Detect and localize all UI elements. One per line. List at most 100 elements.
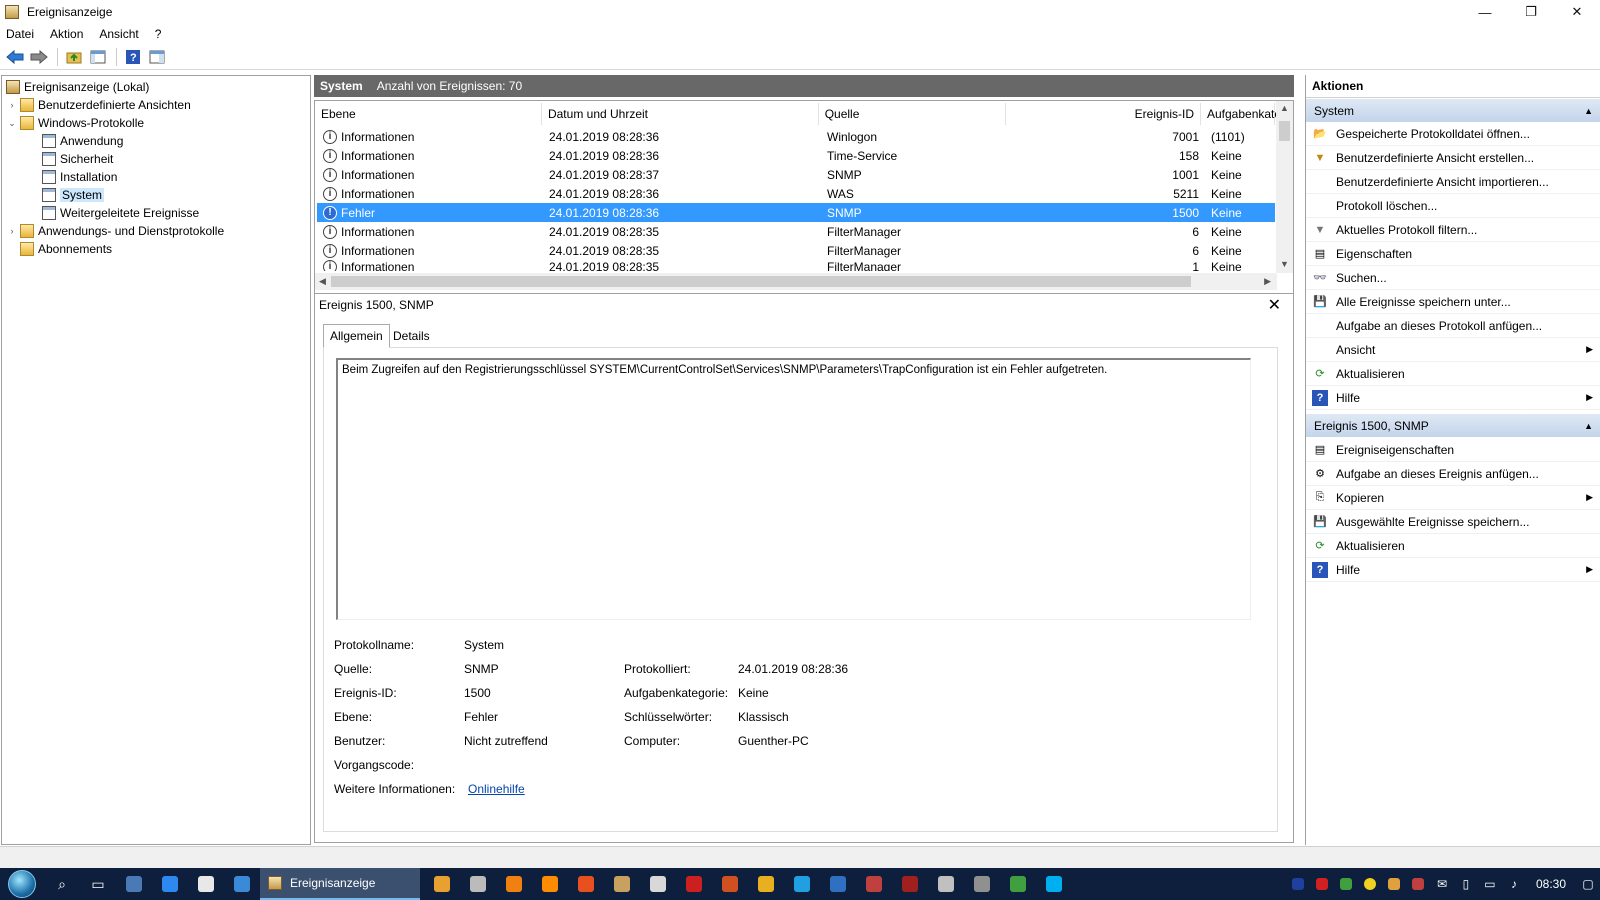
tray-icon[interactable] <box>1382 868 1406 900</box>
tree-item-sicherheit[interactable]: Sicherheit <box>42 150 113 168</box>
tray-icon[interactable] <box>1406 868 1430 900</box>
table-row[interactable]: i Informationen 24.01.2019 08:28:36 WAS 5… <box>317 184 1275 203</box>
table-row[interactable]: i Informationen 24.01.2019 08:28:36 Winlo… <box>317 127 1275 146</box>
event-list-vertical-scrollbar[interactable]: ▲ ▼ <box>1276 101 1293 273</box>
collapse-chevron-icon[interactable]: ⌄ <box>6 118 18 129</box>
action-help-event[interactable]: ? Hilfe ▶ <box>1306 558 1600 582</box>
action-clear-log[interactable]: Protokoll löschen... <box>1306 194 1600 218</box>
help-button[interactable]: ? <box>122 46 144 68</box>
online-help-link[interactable]: Onlinehilfe <box>468 782 525 796</box>
forward-button[interactable] <box>28 46 50 68</box>
column-header-aufgabenkategorie[interactable]: Aufgabenkate <box>1201 103 1281 125</box>
pinned-app-icon[interactable] <box>424 868 460 900</box>
search-icon[interactable]: ⌕ <box>44 868 80 900</box>
action-properties[interactable]: ▤ Eigenschaften <box>1306 242 1600 266</box>
tree-item-forwarded-events[interactable]: Weitergeleitete Ereignisse <box>42 204 199 222</box>
table-row[interactable]: i Informationen 24.01.2019 08:28:35 Filte… <box>317 260 1275 271</box>
action-attach-task-to-event[interactable]: ⚙ Aufgabe an dieses Ereignis anfügen... <box>1306 462 1600 486</box>
tab-details[interactable]: Details <box>387 324 436 348</box>
tray-icon[interactable] <box>1334 868 1358 900</box>
tree-item-anwendung[interactable]: Anwendung <box>42 132 123 150</box>
table-row[interactable]: i Informationen 24.01.2019 08:28:35 Filte… <box>317 222 1275 241</box>
menu-ansicht[interactable]: Ansicht <box>99 27 138 41</box>
action-import-custom-view[interactable]: Benutzerdefinierte Ansicht importieren..… <box>1306 170 1600 194</box>
pinned-app-icon[interactable] <box>152 868 188 900</box>
scroll-up-arrow-icon[interactable]: ▲ <box>1280 103 1289 113</box>
action-copy[interactable]: ⎘ Kopieren ▶ <box>1306 486 1600 510</box>
show-hide-action-pane-button[interactable] <box>146 46 168 68</box>
tree-item-custom-views[interactable]: › Benutzerdefinierte Ansichten <box>6 96 191 114</box>
usb-icon[interactable]: ▯ <box>1454 868 1478 900</box>
taskbar-item-event-viewer[interactable]: Ereignisanzeige <box>260 868 420 900</box>
minimize-button[interactable]: — <box>1462 0 1508 24</box>
show-hide-tree-button[interactable] <box>87 46 109 68</box>
action-create-custom-view[interactable]: ▼ Benutzerdefinierte Ansicht erstellen... <box>1306 146 1600 170</box>
table-row[interactable]: i Informationen 24.01.2019 08:28:37 SNMP … <box>317 165 1275 184</box>
actions-section-system[interactable]: System ▲ <box>1306 99 1600 122</box>
pinned-app-icon[interactable] <box>856 868 892 900</box>
back-button[interactable] <box>4 46 26 68</box>
table-row-selected[interactable]: ! Fehler 24.01.2019 08:28:36 SNMP 1500 Ke… <box>317 203 1275 222</box>
tree-item-root[interactable]: Ereignisanzeige (Lokal) <box>6 78 149 96</box>
tray-icon[interactable] <box>1358 868 1382 900</box>
menu-help[interactable]: ? <box>155 27 162 41</box>
pinned-app-icon[interactable] <box>784 868 820 900</box>
scroll-down-arrow-icon[interactable]: ▼ <box>1280 259 1289 269</box>
skype-icon[interactable] <box>1036 868 1072 900</box>
pinned-app-icon[interactable] <box>676 868 712 900</box>
action-find[interactable]: 👓 Suchen... <box>1306 266 1600 290</box>
store-icon[interactable] <box>188 868 224 900</box>
tree-item-installation[interactable]: Installation <box>42 168 117 186</box>
start-button[interactable] <box>0 868 44 900</box>
menu-aktion[interactable]: Aktion <box>50 27 83 41</box>
pinned-app-icon[interactable] <box>568 868 604 900</box>
tree-item-subscriptions[interactable]: Abonnements <box>20 240 112 258</box>
notifications-icon[interactable]: ▢ <box>1576 868 1600 900</box>
restore-button[interactable]: ❐ <box>1508 0 1554 24</box>
collapse-caret-icon[interactable]: ▲ <box>1584 106 1593 116</box>
pinned-app-icon[interactable] <box>712 868 748 900</box>
table-row[interactable]: i Informationen 24.01.2019 08:28:36 Time-… <box>317 146 1275 165</box>
clock[interactable]: 08:30 <box>1526 877 1576 891</box>
tab-allgemein[interactable]: Allgemein <box>323 324 390 348</box>
pinned-app-icon[interactable] <box>1000 868 1036 900</box>
action-view[interactable]: Ansicht ▶ <box>1306 338 1600 362</box>
pinned-app-icon[interactable] <box>224 868 260 900</box>
expand-chevron-icon[interactable]: › <box>6 226 18 236</box>
event-list-horizontal-scrollbar[interactable]: ◀ ▶ <box>315 273 1277 290</box>
pinned-app-icon[interactable] <box>604 868 640 900</box>
scroll-right-arrow-icon[interactable]: ▶ <box>1264 276 1271 287</box>
menu-datei[interactable]: Datei <box>6 27 34 41</box>
action-event-properties[interactable]: ▤ Ereigniseigenschaften <box>1306 438 1600 462</box>
camera-icon[interactable] <box>640 868 676 900</box>
column-header-quelle[interactable]: Quelle <box>819 103 1006 125</box>
tree-item-app-service-logs[interactable]: › Anwendungs- und Dienstprotokolle <box>6 222 224 240</box>
tray-icon[interactable] <box>1286 868 1310 900</box>
column-header-ereignis-id[interactable]: Ereignis-ID <box>1006 103 1201 125</box>
action-save-all-events[interactable]: 💾 Alle Ereignisse speichern unter... <box>1306 290 1600 314</box>
horizontal-scroll-thumb[interactable] <box>331 276 1191 287</box>
pinned-app-icon[interactable] <box>748 868 784 900</box>
pinned-app-icon[interactable] <box>928 868 964 900</box>
expand-chevron-icon[interactable]: › <box>6 100 18 110</box>
task-view-icon[interactable]: ▭ <box>80 868 116 900</box>
network-icon[interactable]: ▭ <box>1478 868 1502 900</box>
tree-item-windows-logs[interactable]: ⌄ Windows-Protokolle <box>6 114 144 132</box>
tree-item-system[interactable]: System <box>42 186 105 204</box>
tray-icon[interactable] <box>1310 868 1334 900</box>
vlc-icon[interactable] <box>496 868 532 900</box>
table-row[interactable]: i Informationen 24.01.2019 08:28:35 Filte… <box>317 241 1275 260</box>
action-help[interactable]: ? Hilfe ▶ <box>1306 386 1600 410</box>
vertical-scroll-thumb[interactable] <box>1279 121 1290 141</box>
actions-section-event[interactable]: Ereignis 1500, SNMP ▲ <box>1306 414 1600 437</box>
mail-icon[interactable]: ✉ <box>1430 868 1454 900</box>
close-button[interactable]: ✕ <box>1554 0 1600 24</box>
pinned-app-icon[interactable] <box>964 868 1000 900</box>
action-filter-log[interactable]: ▼ Aktuelles Protokoll filtern... <box>1306 218 1600 242</box>
pinned-app-icon[interactable] <box>460 868 496 900</box>
pinned-app-icon[interactable] <box>116 868 152 900</box>
close-detail-icon[interactable]: ✕ <box>1268 295 1281 315</box>
volume-icon[interactable]: ♪ <box>1502 868 1526 900</box>
action-attach-task-to-log[interactable]: Aufgabe an dieses Protokoll anfügen... <box>1306 314 1600 338</box>
action-save-selected-events[interactable]: 💾 Ausgewählte Ereignisse speichern... <box>1306 510 1600 534</box>
